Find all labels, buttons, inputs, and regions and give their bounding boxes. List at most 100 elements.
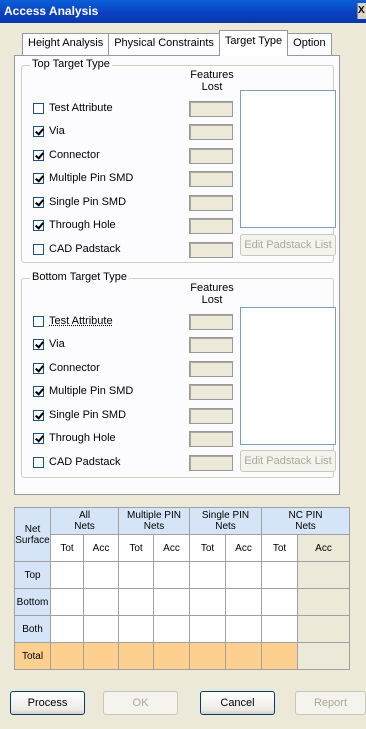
table-cell (50, 588, 84, 616)
bottom-cad-padstack-check[interactable]: CAD Padstack (33, 456, 121, 468)
table-cell (261, 615, 298, 643)
checkbox-label: CAD Padstack (49, 456, 121, 468)
tot-header: Tot (261, 534, 298, 562)
bottom-edit-padstack-list-button[interactable]: Edit Padstack List (240, 450, 336, 472)
top-cad-padstack-check[interactable]: CAD Padstack (33, 243, 121, 255)
checkbox-label: Connector (49, 362, 100, 374)
bottom-lost-connector (189, 361, 233, 377)
tot-header: Tot (50, 534, 84, 562)
top-connector-check[interactable]: Connector (33, 149, 100, 161)
acc-header: Acc (297, 534, 350, 562)
top-via-check[interactable]: Via (33, 125, 65, 137)
checkbox-label: Via (49, 338, 65, 350)
multiple-pin-nets-header: Multiple PIN Nets (118, 507, 190, 535)
features-lost-header: Features Lost (190, 282, 234, 306)
table-cell (83, 615, 119, 643)
table-cell (189, 561, 226, 589)
checkbox-label: Test Attribute (49, 102, 113, 114)
table-cell (189, 588, 226, 616)
bottom-padstack-list[interactable] (240, 307, 336, 445)
tab-physical-constraints[interactable]: Physical Constraints (108, 33, 220, 55)
nc-pin-nets-header: NC PIN Nets (261, 507, 350, 535)
tab-target-type[interactable]: Target Type (218, 30, 289, 56)
checkbox[interactable] (33, 315, 44, 327)
table-cell (189, 642, 226, 670)
table-cell (118, 642, 154, 670)
checkbox[interactable] (33, 172, 44, 184)
table-row: Total (14, 642, 350, 670)
top-single-pin-smd-check[interactable]: Single Pin SMD (33, 196, 126, 208)
checkbox[interactable] (33, 432, 44, 444)
top-multiple-pin-smd-check[interactable]: Multiple Pin SMD (33, 172, 133, 184)
group-legend: Bottom Target Type (30, 271, 129, 283)
report-button[interactable]: Report (295, 691, 366, 715)
bottom-target-type-group: Bottom Target Type Features Lost Test At… (21, 271, 336, 478)
row-label-bottom: Bottom (14, 588, 51, 616)
tab-height-analysis[interactable]: Height Analysis (22, 33, 110, 55)
bottom-lost-multiple-pin-smd (189, 384, 233, 400)
checkbox-label: Test Attribute (49, 315, 113, 327)
process-button[interactable]: Process (10, 691, 85, 715)
bottom-via-check[interactable]: Via (33, 338, 65, 350)
checkbox-label: Multiple Pin SMD (49, 385, 134, 397)
checkbox[interactable] (33, 243, 44, 255)
table-cell (118, 561, 154, 589)
top-lost-test-attribute (189, 101, 233, 117)
tot-header: Tot (189, 534, 226, 562)
table-row: Top (14, 561, 350, 589)
bottom-single-pin-smd-check[interactable]: Single Pin SMD (33, 409, 126, 421)
table-cell (83, 561, 119, 589)
acc-header: Acc (225, 534, 262, 562)
results-table: Net Surface All Nets Multiple PIN Nets S… (14, 507, 350, 670)
table-cell (261, 561, 298, 589)
top-through-hole-check[interactable]: Through Hole (33, 219, 116, 231)
top-lost-via (189, 124, 233, 140)
table-cell (261, 588, 298, 616)
checkbox-label: Through Hole (49, 219, 116, 231)
title-bar: Access Analysis X (0, 0, 366, 23)
checkbox[interactable] (33, 196, 44, 208)
ok-button[interactable]: OK (103, 691, 178, 715)
tab-option[interactable]: Option (287, 33, 332, 55)
bottom-through-hole-check[interactable]: Through Hole (33, 432, 116, 444)
checkbox[interactable] (33, 219, 44, 231)
bottom-test-attribute-check[interactable]: Test Attribute (33, 315, 113, 327)
table-cell (50, 615, 84, 643)
table-cell (50, 561, 84, 589)
checkbox[interactable] (33, 456, 44, 468)
bottom-multiple-pin-smd-check[interactable]: Multiple Pin SMD (33, 385, 133, 397)
cancel-button[interactable]: Cancel (200, 691, 275, 715)
checkbox[interactable] (33, 338, 44, 350)
checkbox[interactable] (33, 125, 44, 137)
table-cell (225, 588, 262, 616)
checkbox[interactable] (33, 149, 44, 161)
table-cell (83, 588, 119, 616)
table-cell (153, 642, 190, 670)
top-lost-through-hole (189, 218, 233, 234)
row-label-top: Top (14, 561, 51, 589)
table-cell (153, 615, 190, 643)
close-icon[interactable]: X (357, 3, 366, 19)
top-test-attribute-check[interactable]: Test Attribute (33, 102, 113, 114)
acc-header: Acc (83, 534, 119, 562)
checkbox[interactable] (33, 409, 44, 421)
checkbox-label: Connector (49, 149, 100, 161)
bottom-connector-check[interactable]: Connector (33, 362, 100, 374)
tot-header: Tot (118, 534, 154, 562)
table-cell (297, 588, 350, 616)
checkbox[interactable] (33, 362, 44, 374)
table-cell (261, 642, 298, 670)
table-row: Both (14, 615, 350, 643)
table-cell (153, 561, 190, 589)
top-edit-padstack-list-button[interactable]: Edit Padstack List (240, 234, 336, 256)
top-padstack-list[interactable] (240, 90, 336, 228)
table-cell (118, 588, 154, 616)
table-cell (297, 642, 350, 670)
checkbox[interactable] (33, 385, 44, 397)
table-cell (225, 615, 262, 643)
checkbox[interactable] (33, 102, 44, 114)
single-pin-nets-header: Single PIN Nets (189, 507, 262, 535)
table-cell (297, 615, 350, 643)
window-title: Access Analysis (4, 4, 99, 18)
net-surface-header: Net Surface (14, 507, 51, 562)
